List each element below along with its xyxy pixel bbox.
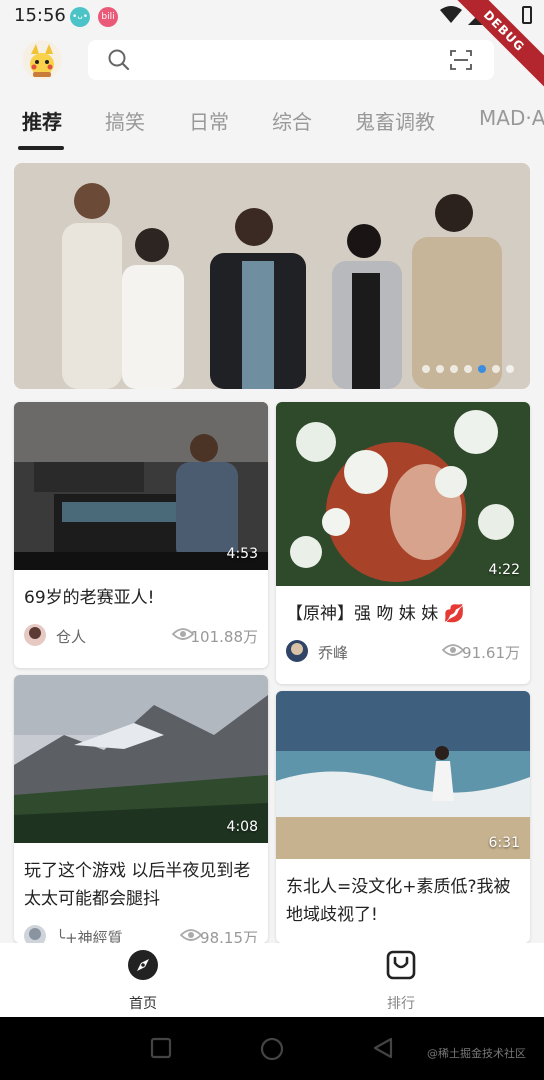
- video-meta: ╰+神經質 98.15万: [14, 913, 268, 943]
- view-count: 91.61万: [462, 644, 520, 662]
- nav-home[interactable]: 首页: [93, 943, 193, 1017]
- author-avatar[interactable]: [24, 925, 46, 943]
- search-icon[interactable]: [108, 49, 130, 71]
- system-navigation-bar: @稀土掘金技术社区: [0, 1017, 544, 1080]
- carousel-dots: [422, 365, 514, 373]
- author-name[interactable]: ╰+神經質: [56, 927, 123, 943]
- carousel-dot: [436, 365, 444, 373]
- tab-general[interactable]: 综合: [272, 106, 312, 135]
- home-button-icon[interactable]: [260, 1037, 284, 1061]
- app-notification-icon: •ᴗ•: [70, 7, 90, 27]
- video-card[interactable]: 6:31 东北人=没文化+素质低?我被地域歧视了!: [276, 691, 530, 943]
- nav-home-label: 首页: [129, 996, 157, 1012]
- banner-carousel[interactable]: [14, 163, 530, 389]
- video-title: 东北人=没文化+素质低?我被地域歧视了!: [286, 877, 511, 925]
- scan-icon[interactable]: [450, 49, 472, 71]
- battery-icon: [522, 6, 532, 24]
- app-screen: 15:56 •ᴗ• bili DEBUG 推荐 搞笑 日常 综合 鬼畜调教 MA: [0, 0, 544, 1080]
- nav-rank[interactable]: 排行: [351, 943, 451, 1017]
- tab-daily[interactable]: 日常: [189, 106, 229, 135]
- watermark: @稀土掘金技术社区: [427, 1047, 526, 1060]
- tab-recommend[interactable]: 推荐: [22, 106, 62, 135]
- video-title: 【原神】强 吻 妹 妹 💋: [286, 604, 465, 624]
- author-name[interactable]: 乔峰: [318, 642, 348, 663]
- video-card[interactable]: 4:22 【原神】强 吻 妹 妹 💋 乔峰 91.61万: [276, 402, 530, 684]
- views-icon: [442, 644, 464, 656]
- bottom-navigation: 首页 排行: [0, 943, 544, 1017]
- nav-rank-label: 排行: [387, 996, 415, 1012]
- video-duration: 4:08: [226, 819, 258, 835]
- video-thumbnail: 4:08: [14, 675, 268, 843]
- search-input[interactable]: [88, 40, 494, 80]
- status-bar: 15:56 •ᴗ• bili DEBUG: [0, 0, 544, 96]
- carousel-dot: [422, 365, 430, 373]
- carousel-dot: [450, 365, 458, 373]
- author-name[interactable]: 仓人: [56, 626, 86, 647]
- view-count: 101.88万: [190, 628, 259, 646]
- carousel-dot: [506, 365, 514, 373]
- views-icon: [180, 929, 202, 941]
- video-card[interactable]: 4:08 玩了这个游戏 以后半夜见到老太太可能都会腿抖 ╰+神經質 98.15万: [14, 675, 268, 943]
- video-card[interactable]: 4:53 69岁的老赛亚人! 仓人 101.88万: [14, 402, 268, 668]
- banner-image: [14, 163, 530, 389]
- view-count: 98.15万: [200, 929, 258, 943]
- status-time: 15:56: [14, 5, 66, 26]
- video-thumbnail: 4:22: [276, 402, 530, 586]
- video-duration: 4:53: [226, 546, 258, 562]
- tab-mad[interactable]: MAD·A: [479, 106, 544, 130]
- video-meta: 仓人 101.88万: [14, 612, 268, 658]
- user-avatar[interactable]: [22, 40, 62, 80]
- author-avatar[interactable]: [286, 640, 308, 662]
- video-title: 玩了这个游戏 以后半夜见到老太太可能都会腿抖: [24, 861, 251, 909]
- bilibili-notification-icon: bili: [98, 7, 118, 27]
- compass-icon: [128, 950, 158, 980]
- category-tabs: 推荐 搞笑 日常 综合 鬼畜调教 MAD·A: [0, 100, 544, 150]
- video-title: 69岁的老赛亚人!: [24, 588, 155, 608]
- author-avatar[interactable]: [24, 624, 46, 646]
- tab-funny[interactable]: 搞笑: [105, 106, 145, 135]
- video-meta: 乔峰 91.61万: [276, 628, 530, 674]
- video-thumbnail: 6:31: [276, 691, 530, 859]
- carousel-dot: [464, 365, 472, 373]
- carousel-dot: [478, 365, 486, 373]
- video-thumbnail: 4:53: [14, 402, 268, 570]
- recents-button-icon[interactable]: [150, 1037, 172, 1059]
- back-button-icon[interactable]: [372, 1037, 394, 1059]
- video-duration: 4:22: [488, 562, 520, 578]
- tab-indicator: [18, 146, 64, 150]
- video-duration: 6:31: [488, 835, 520, 851]
- carousel-dot: [492, 365, 500, 373]
- rank-bag-icon: [386, 950, 416, 980]
- tab-kichiku[interactable]: 鬼畜调教: [355, 106, 435, 135]
- wifi-icon: [440, 6, 462, 23]
